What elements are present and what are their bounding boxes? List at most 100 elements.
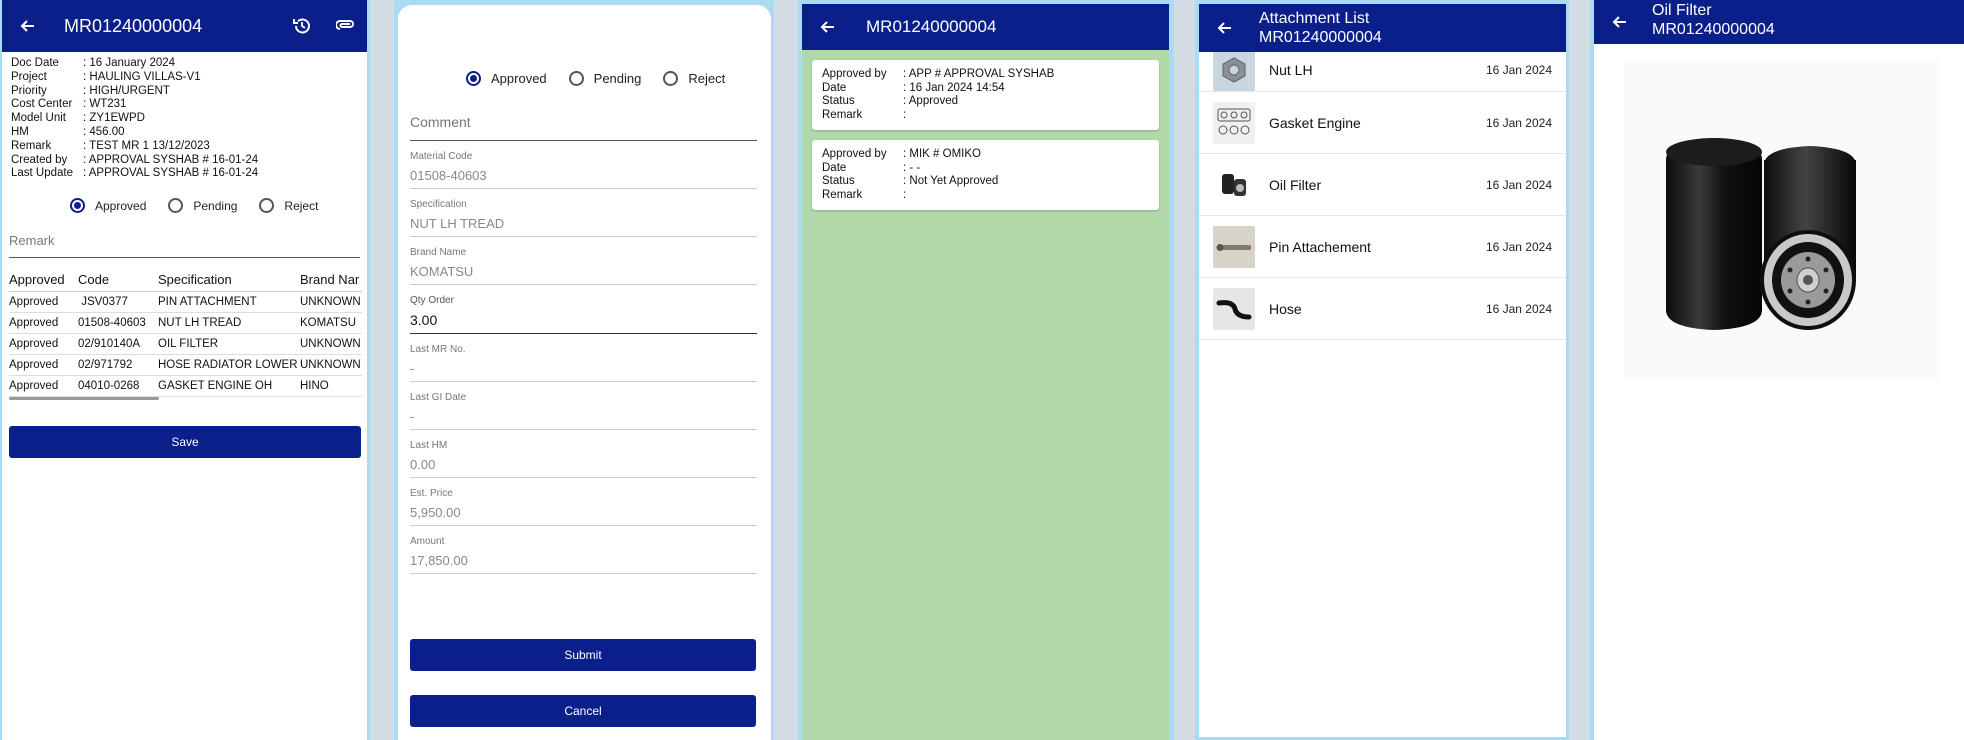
attachment-icon[interactable] — [335, 17, 356, 40]
radio-reject[interactable] — [259, 198, 275, 214]
cell: UNKNOWN — [300, 354, 362, 377]
radio-reject[interactable] — [663, 71, 679, 86]
list-item[interactable]: Pin Attachement 16 Jan 2024 — [1199, 216, 1566, 278]
field-value: - — [410, 409, 415, 424]
card-label: Approved by — [822, 148, 887, 160]
list-item[interactable]: Hose 16 Jan 2024 — [1199, 278, 1566, 340]
field-label: Est. Price — [410, 488, 453, 499]
approval-card: Approved by: MIK # OMIKO Date: - - Statu… — [812, 140, 1159, 210]
cell: HINO — [300, 375, 362, 398]
radio-pending[interactable] — [168, 198, 184, 214]
card-label: Date — [822, 161, 847, 174]
save-button[interactable]: Save — [9, 426, 361, 458]
card-value: : Approved — [903, 95, 958, 107]
table-row[interactable]: Approved 01508-40603 NUT LH TREAD KOMATSU — [9, 312, 362, 335]
attachment-date: 16 Jan 2024 — [1485, 62, 1552, 77]
field-material-code: Material Code 01508-40603 — [410, 151, 757, 189]
back-arrow-icon[interactable] — [816, 16, 838, 38]
table-row[interactable]: Approved JSV0377 PIN ATTACHMENT UNKNOWN — [9, 291, 362, 314]
card-value: : APP # APPROVAL SYSHAB — [903, 68, 1055, 80]
field-amount: Amount 17,850.00 — [410, 536, 757, 574]
cell: 04010-0268 — [78, 375, 158, 398]
table-row[interactable]: Approved 04010-0268 GASKET ENGINE OH HINO — [9, 375, 362, 398]
cell: Approved — [9, 291, 78, 314]
field-value: 3.00 — [410, 312, 438, 328]
qty-order-input[interactable]: Qty Order 3.00 — [410, 295, 757, 334]
items-table-wrap[interactable]: Approved Code Specification Brand Nar Ap… — [9, 268, 362, 398]
nut-thumbnail — [1213, 48, 1255, 91]
card-value: : — [903, 108, 907, 121]
info-key: Cost Center — [11, 98, 73, 111]
field-last-gi-date: Last GI Date - — [410, 392, 757, 430]
table-row[interactable]: Approved 02/910140A OIL FILTER UNKNOWN — [9, 333, 362, 356]
cell: OIL FILTER — [158, 333, 300, 356]
field-label: Last GI Date — [410, 392, 467, 403]
radio-approved[interactable] — [70, 198, 85, 214]
history-icon[interactable] — [292, 16, 312, 41]
attachment-name: Oil Filter — [1269, 176, 1322, 193]
attachment-name: Gasket Engine — [1269, 114, 1361, 131]
cell: 02/910140A — [78, 333, 158, 356]
info-value: : 16 January 2024 — [83, 57, 176, 69]
hose-thumbnail — [1213, 287, 1255, 330]
comment-placeholder: Comment — [410, 114, 471, 130]
field-value: 17,850.00 — [410, 553, 468, 568]
info-key: HM — [11, 125, 29, 138]
info-key: Created by — [11, 153, 68, 166]
back-arrow-icon[interactable] — [1608, 11, 1630, 33]
card-label: Remark — [822, 188, 863, 201]
comment-field[interactable]: Comment — [410, 106, 757, 141]
cell: Approved — [9, 312, 78, 335]
remark-placeholder: Remark — [9, 233, 55, 249]
attachment-date: 16 Jan 2024 — [1485, 301, 1552, 316]
item-detail-sheet: Approved Pending Reject Comment Material… — [398, 5, 771, 740]
page-title: MR01240000004 — [64, 15, 203, 36]
info-key: Remark — [11, 139, 52, 152]
cell: HOSE RADIATOR LOWER — [158, 354, 300, 377]
card-value: : — [903, 188, 907, 201]
radio-pending[interactable] — [568, 71, 584, 86]
approval-history-screen: MR01240000004 Approved by: APP # APPROVA… — [802, 4, 1169, 740]
info-value: : WT231 — [83, 98, 127, 111]
info-value: : APPROVAL SYSHAB # 16-01-24 — [83, 153, 259, 166]
info-value: : ZY1EWPD — [83, 112, 145, 125]
remark-field[interactable]: Remark — [9, 227, 360, 259]
card-label: Approved by — [822, 68, 887, 80]
mr-detail-screen: MR01240000004 Doc Date: 16 January 2024 … — [2, 0, 367, 740]
back-arrow-icon[interactable] — [16, 15, 38, 37]
field-label: Specification — [410, 199, 467, 210]
radio-approved[interactable] — [466, 71, 481, 86]
card-label: Status — [822, 95, 855, 107]
table-scrollbar[interactable] — [9, 397, 159, 401]
cell: Approved — [9, 375, 78, 398]
info-value: : 456.00 — [83, 125, 125, 138]
page-title: Oil Filter — [1652, 2, 1712, 19]
app-bar: MR01240000004 — [2, 0, 367, 52]
cell: GASKET ENGINE OH — [158, 375, 300, 398]
attachment-name: Nut LH — [1269, 61, 1313, 78]
card-label: Status — [822, 175, 855, 187]
oil-filter-thumbnail — [1213, 163, 1255, 206]
table-row[interactable]: Approved 02/971792 HOSE RADIATOR LOWER UNKN… — [9, 354, 362, 377]
cell: Approved — [9, 333, 78, 356]
list-item[interactable]: Gasket Engine 16 Jan 2024 — [1199, 92, 1566, 154]
page-subtitle: MR01240000004 — [1259, 29, 1382, 46]
mr-info: Doc Date: 16 January 2024 Project: HAULI… — [2, 52, 367, 186]
submit-button[interactable]: Submit — [410, 639, 756, 671]
attachment-date: 16 Jan 2024 — [1485, 115, 1552, 130]
info-value: : TEST MR 1 13/12/2023 — [83, 139, 210, 152]
list-item[interactable]: Nut LH 16 Jan 2024 — [1199, 48, 1566, 92]
card-value: : MIK # OMIKO — [903, 148, 981, 160]
field-brand-name: Brand Name KOMATSU — [410, 247, 757, 285]
radio-label: Approved — [491, 71, 547, 86]
column-header: Code — [78, 268, 158, 293]
app-bar: Attachment List MR01240000004 — [1199, 4, 1566, 52]
approval-card: Approved by: APP # APPROVAL SYSHAB Date:… — [812, 60, 1159, 130]
cancel-button[interactable]: Cancel — [410, 695, 756, 727]
back-arrow-icon[interactable] — [1213, 17, 1235, 39]
attachment-preview-screen: Oil Filter MR01240000004 — [1594, 0, 1964, 740]
info-value: : HAULING VILLAS-V1 — [83, 70, 201, 83]
column-header: Specification — [158, 268, 300, 293]
radio-label: Reject — [284, 198, 319, 213]
list-item[interactable]: Oil Filter 16 Jan 2024 — [1199, 154, 1566, 216]
